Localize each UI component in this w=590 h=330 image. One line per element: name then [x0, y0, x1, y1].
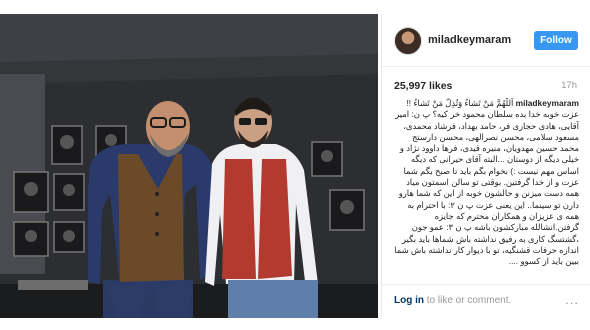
login-link[interactable]: Log in: [394, 295, 424, 306]
login-suffix: to like or comment.: [424, 295, 512, 306]
post-side-panel: miladkeymaram Follow 25,997 likes 17h mi…: [381, 14, 590, 318]
instagram-embed: miladkeymaram Follow 25,997 likes 17h mi…: [0, 0, 590, 330]
caption-text: اَللّٰهُمَّ مَنْ تَشاءُ وَتُذِلُّ مَنْ ت…: [394, 98, 579, 267]
post-time[interactable]: 17h: [561, 80, 577, 91]
more-options-icon[interactable]: ...: [565, 292, 579, 307]
post-header: miladkeymaram Follow: [382, 14, 590, 67]
post-caption: miladkeymaram اَللّٰهُمَّ مَنْ تَشاءُ وَ…: [392, 98, 579, 288]
login-prompt: Log in to like or comment.: [394, 295, 511, 306]
follow-button[interactable]: Follow: [534, 31, 578, 50]
likes-count[interactable]: 25,997 likes: [394, 80, 452, 92]
post-footer: Log in to like or comment. ...: [382, 284, 590, 319]
avatar[interactable]: [394, 27, 422, 55]
caption-username[interactable]: miladkeymaram: [516, 98, 579, 108]
username-link[interactable]: miladkeymaram: [428, 34, 511, 46]
post-photo: [0, 14, 378, 318]
